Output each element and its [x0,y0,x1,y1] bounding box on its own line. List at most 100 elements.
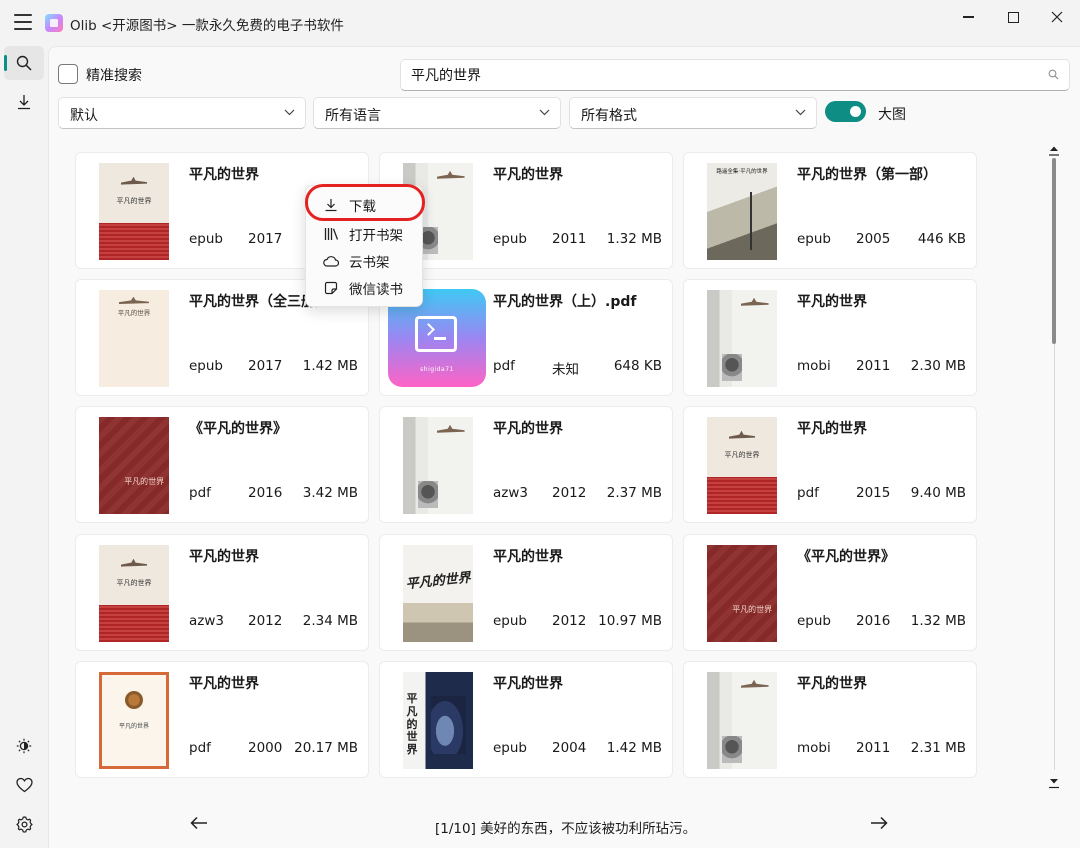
sidebar-item-settings[interactable] [4,807,44,841]
book-grid: 平凡的世界 平凡的世界 epub 2017 平凡的世界 epub 2011 1.32 MB 路遥… [75,152,979,792]
previous-quote-button[interactable] [187,811,211,835]
cover-title: 平凡的世界 [405,570,472,593]
book-format: epub [493,231,528,247]
sort-dropdown[interactable]: 默认 [58,97,306,129]
book-title: 平凡的世界 [797,294,867,310]
book-card[interactable]: 平凡的世界 epub 2011 1.32 MB [379,152,673,269]
book-size: 1.42 MB [606,740,662,756]
cover-title: 平凡的世界 [117,309,151,318]
book-year: 2015 [856,485,891,501]
book-year: 2017 [248,358,283,374]
book-year: 2016 [856,613,891,629]
book-cover[interactable]: 平凡的世界 [403,545,473,642]
book-format: pdf [493,358,515,374]
book-size: 446 KB [917,231,966,247]
heart-icon [15,777,33,793]
sidebar-item-download[interactable] [4,85,44,119]
cover-title: 平凡的世界 [724,450,760,459]
book-card[interactable]: 平凡的世界 《平凡的世界》 epub 2016 1.32 MB [683,534,977,651]
quote-text: [1/10] 美好的东西，不应该被功利所玷污。 [435,821,697,837]
book-card[interactable]: 平凡的世界 azw3 2012 2.37 MB [379,406,673,523]
menu-item-open-bookshelf[interactable]: 打开书架 [312,220,418,247]
menu-item-wechat-read[interactable]: 微信读书 [312,274,418,301]
close-button[interactable] [1034,0,1080,34]
book-card[interactable]: 路遥全集·平凡的世界 平凡的世界（第一部） epub 2005 446 KB [683,152,977,269]
download-icon [325,198,337,211]
book-cover[interactable]: 平凡的世界 [707,417,777,514]
large-view-label: 大图 [878,107,906,123]
book-cover[interactable]: 平凡的世界 [99,163,169,260]
exact-search-checkbox[interactable] [58,64,78,84]
cover-title: 平凡的世界 [406,692,418,756]
minimize-button[interactable] [945,0,991,34]
book-title: 平凡的世界 [797,421,867,437]
note-icon [324,281,338,294]
sidebar-item-theme[interactable] [4,729,44,763]
book-format: epub [189,231,224,247]
chevron-down-icon [795,109,806,116]
book-size: 2.30 MB [910,358,966,374]
book-card[interactable]: 平凡的世界 平凡的世界 epub 2012 10.97 MB [379,534,673,651]
search-box[interactable] [400,59,1070,91]
book-cover[interactable]: 平凡的世界 [99,545,169,642]
book-cover[interactable]: 平凡的世界 [99,417,169,514]
book-cover[interactable] [707,290,777,387]
book-card[interactable]: 平凡的世界 平凡的世界 azw3 2012 2.34 MB [75,534,369,651]
book-cover[interactable]: 平凡的世界 [99,290,169,387]
book-format: azw3 [493,485,528,501]
book-format: mobi [797,740,831,756]
maximize-button[interactable] [990,0,1036,34]
book-size: 3.42 MB [302,485,358,501]
menu-icon[interactable] [14,14,32,30]
book-year: 2012 [248,613,283,629]
scroll-down-button[interactable] [1047,775,1061,789]
book-card[interactable]: 平凡的世界 mobi 2011 2.30 MB [683,279,977,396]
large-view-toggle[interactable] [825,101,866,122]
book-size: 10.97 MB [598,613,662,629]
menu-item-download[interactable]: 下载 [312,191,418,218]
cover-title: 路遥全集·平凡的世界 [716,168,768,175]
book-cover[interactable]: 平凡的世界 [99,672,169,769]
book-cover[interactable] [403,417,473,514]
book-format: epub [493,740,528,756]
book-cover[interactable]: 平凡的世界 [403,672,473,769]
book-title: 平凡的世界 [797,676,867,692]
menu-item-label: 云书架 [349,254,390,271]
menu-item-label: 打开书架 [349,227,403,244]
sidebar-item-favorites[interactable] [4,768,44,802]
book-size: 2.34 MB [302,613,358,629]
book-title: 平凡的世界 [493,676,563,692]
book-title: 平凡的世界（上）.pdf [493,294,637,310]
book-format: epub [493,613,528,629]
book-format: pdf [189,485,211,501]
sidebar-item-search[interactable] [4,46,44,80]
book-card[interactable]: 平凡的世界 《平凡的世界》 pdf 2016 3.42 MB [75,406,369,523]
cover-title: 平凡的世界 [116,196,152,205]
cover-caption: shigida71 [420,366,454,373]
book-cover[interactable]: 平凡的世界 [707,545,777,642]
next-quote-button[interactable] [867,811,891,835]
book-title: 《平凡的世界》 [189,421,287,437]
book-cover[interactable] [707,672,777,769]
menu-item-cloud-bookshelf[interactable]: 云书架 [312,247,418,274]
book-year: 2011 [552,231,587,247]
main-panel: 精准搜索 默认 所有语言 所有格式 大图 平凡的世界平凡的世界epub2017平… [48,46,1080,848]
book-format: pdf [797,485,819,501]
book-year: 未知 [552,362,579,378]
scroll-up-button[interactable] [1047,142,1061,156]
scrollbar-thumb[interactable] [1052,158,1056,344]
format-value: 所有格式 [581,108,637,124]
format-dropdown[interactable]: 所有格式 [569,97,817,129]
book-card[interactable]: 平凡的世界 mobi 2011 2.31 MB [683,661,977,778]
book-card[interactable]: 平凡的世界 平凡的世界 pdf 2015 9.40 MB [683,406,977,523]
search-icon[interactable] [1048,69,1059,80]
search-input[interactable] [411,65,1031,85]
book-card[interactable]: 平凡的世界 平凡的世界 epub 2004 1.42 MB [379,661,673,778]
book-cover[interactable]: 路遥全集·平凡的世界 [707,163,777,260]
app-logo-icon [45,14,63,32]
book-card[interactable]: shigida71 平凡的世界（上）.pdf pdf 未知 648 KB [379,279,673,396]
book-title: 平凡的世界 [493,167,563,183]
sort-value: 默认 [70,108,98,124]
language-dropdown[interactable]: 所有语言 [313,97,561,129]
book-card[interactable]: 平凡的世界 平凡的世界 pdf 2000 20.17 MB [75,661,369,778]
